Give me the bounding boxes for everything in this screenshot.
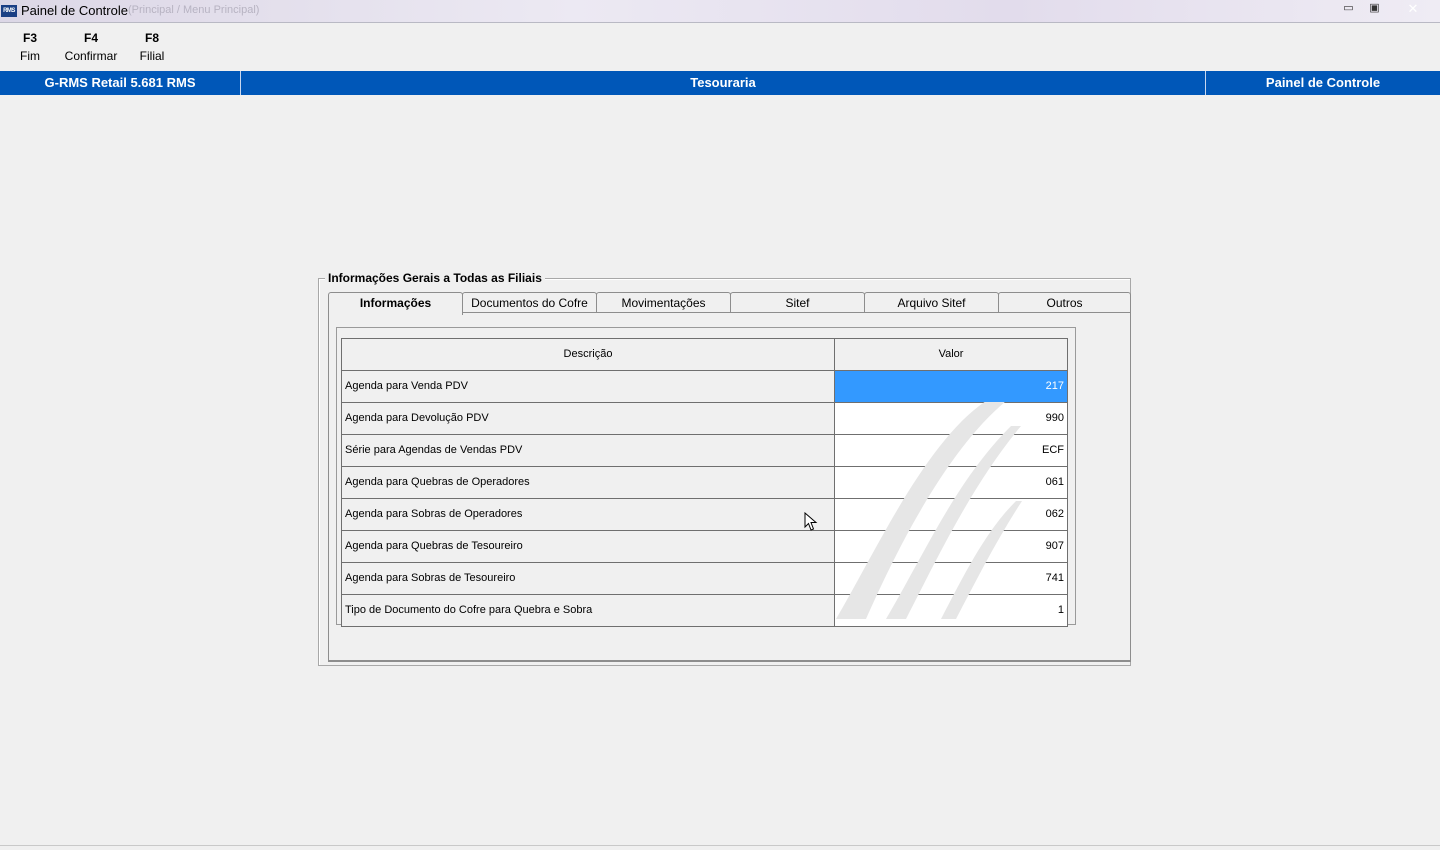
fkey-code: F4 [83, 31, 98, 45]
minimize-button[interactable]: ▭ [1336, 1, 1361, 16]
module-name: Tesouraria [241, 71, 1206, 95]
grid-header-row: Descrição Valor [342, 339, 1067, 371]
row-valor[interactable]: 061 [835, 467, 1067, 498]
row-valor[interactable]: ECF [835, 435, 1067, 466]
row-valor[interactable]: 741 [835, 563, 1067, 594]
row-descricao: Agenda para Sobras de Operadores [342, 499, 835, 530]
window-title-bar[interactable]: RMS Painel de Controle (Principal / Menu… [0, 0, 1440, 23]
groupbox-title: Informações Gerais a Todas as Filiais [325, 271, 545, 285]
row-valor[interactable]: 217 [835, 371, 1067, 402]
module-header-bar: G-RMS Retail 5.681 RMS Tesouraria Painel… [0, 71, 1440, 95]
window-title: Painel de Controle [21, 3, 128, 18]
row-descricao: Série para Agendas de Vendas PDV [342, 435, 835, 466]
screen-name: Painel de Controle [1265, 75, 1381, 90]
tab-informacoes[interactable]: Informações [328, 292, 463, 315]
row-descricao: Agenda para Quebras de Operadores [342, 467, 835, 498]
column-header-valor[interactable]: Valor [835, 339, 1067, 370]
row-descricao: Tipo de Documento do Cofre para Quebra e… [342, 595, 835, 626]
fkey-confirmar-button[interactable]: F4 Confirmar [57, 30, 125, 66]
column-header-descricao[interactable]: Descrição [342, 339, 835, 370]
table-row[interactable]: Agenda para Quebras de Operadores 061 [342, 467, 1067, 499]
row-descricao: Agenda para Devolução PDV [342, 403, 835, 434]
tab-documentos-do-cofre[interactable]: Documentos do Cofre [462, 292, 597, 313]
mouse-cursor-icon [804, 512, 818, 531]
table-row[interactable]: Agenda para Quebras de Tesoureiro 907 [342, 531, 1067, 563]
table-row[interactable]: Agenda para Devolução PDV 990 [342, 403, 1067, 435]
row-valor[interactable]: 990 [835, 403, 1067, 434]
row-descricao: Agenda para Sobras de Tesoureiro [342, 563, 835, 594]
table-row[interactable]: Agenda para Venda PDV 217 [342, 371, 1067, 403]
table-row[interactable]: Série para Agendas de Vendas PDV ECF [342, 435, 1067, 467]
fkey-code: F3 [22, 31, 37, 45]
close-button[interactable]: ✕ [1390, 1, 1436, 16]
fkey-label: Filial [139, 49, 165, 63]
fkey-code: F8 [144, 31, 159, 45]
maximize-button[interactable]: ▣ [1362, 1, 1387, 16]
tab-movimentacoes[interactable]: Movimentações [596, 292, 731, 313]
product-version: G-RMS Retail 5.681 RMS [0, 71, 241, 95]
rms-app-icon: RMS [1, 5, 17, 17]
row-valor[interactable]: 907 [835, 531, 1067, 562]
table-row[interactable]: Agenda para Sobras de Operadores 062 [342, 499, 1067, 531]
table-row[interactable]: Tipo de Documento do Cofre para Quebra e… [342, 595, 1067, 626]
row-valor[interactable]: 062 [835, 499, 1067, 530]
row-descricao: Agenda para Venda PDV [342, 371, 835, 402]
fkey-label: Confirmar [64, 49, 118, 63]
tab-outros[interactable]: Outros [998, 292, 1131, 313]
window-subtitle: (Principal / Menu Principal) [128, 4, 260, 16]
fkey-filial-button[interactable]: F8 Filial [132, 30, 172, 66]
row-descricao: Agenda para Quebras de Tesoureiro [342, 531, 835, 562]
tab-arquivo-sitef[interactable]: Arquivo Sitef [864, 292, 999, 313]
fkey-fim-button[interactable]: F3 Fim [10, 30, 50, 66]
tab-sitef[interactable]: Sitef [730, 292, 865, 313]
fkey-label: Fim [20, 49, 40, 63]
info-grid[interactable]: Descrição Valor Agenda para Venda PDV 21… [341, 338, 1068, 627]
close-icon: ✕ [1407, 1, 1419, 16]
row-valor[interactable]: 1 [835, 595, 1067, 626]
table-row[interactable]: Agenda para Sobras de Tesoureiro 741 [342, 563, 1067, 595]
bottom-status-strip [0, 845, 1440, 850]
